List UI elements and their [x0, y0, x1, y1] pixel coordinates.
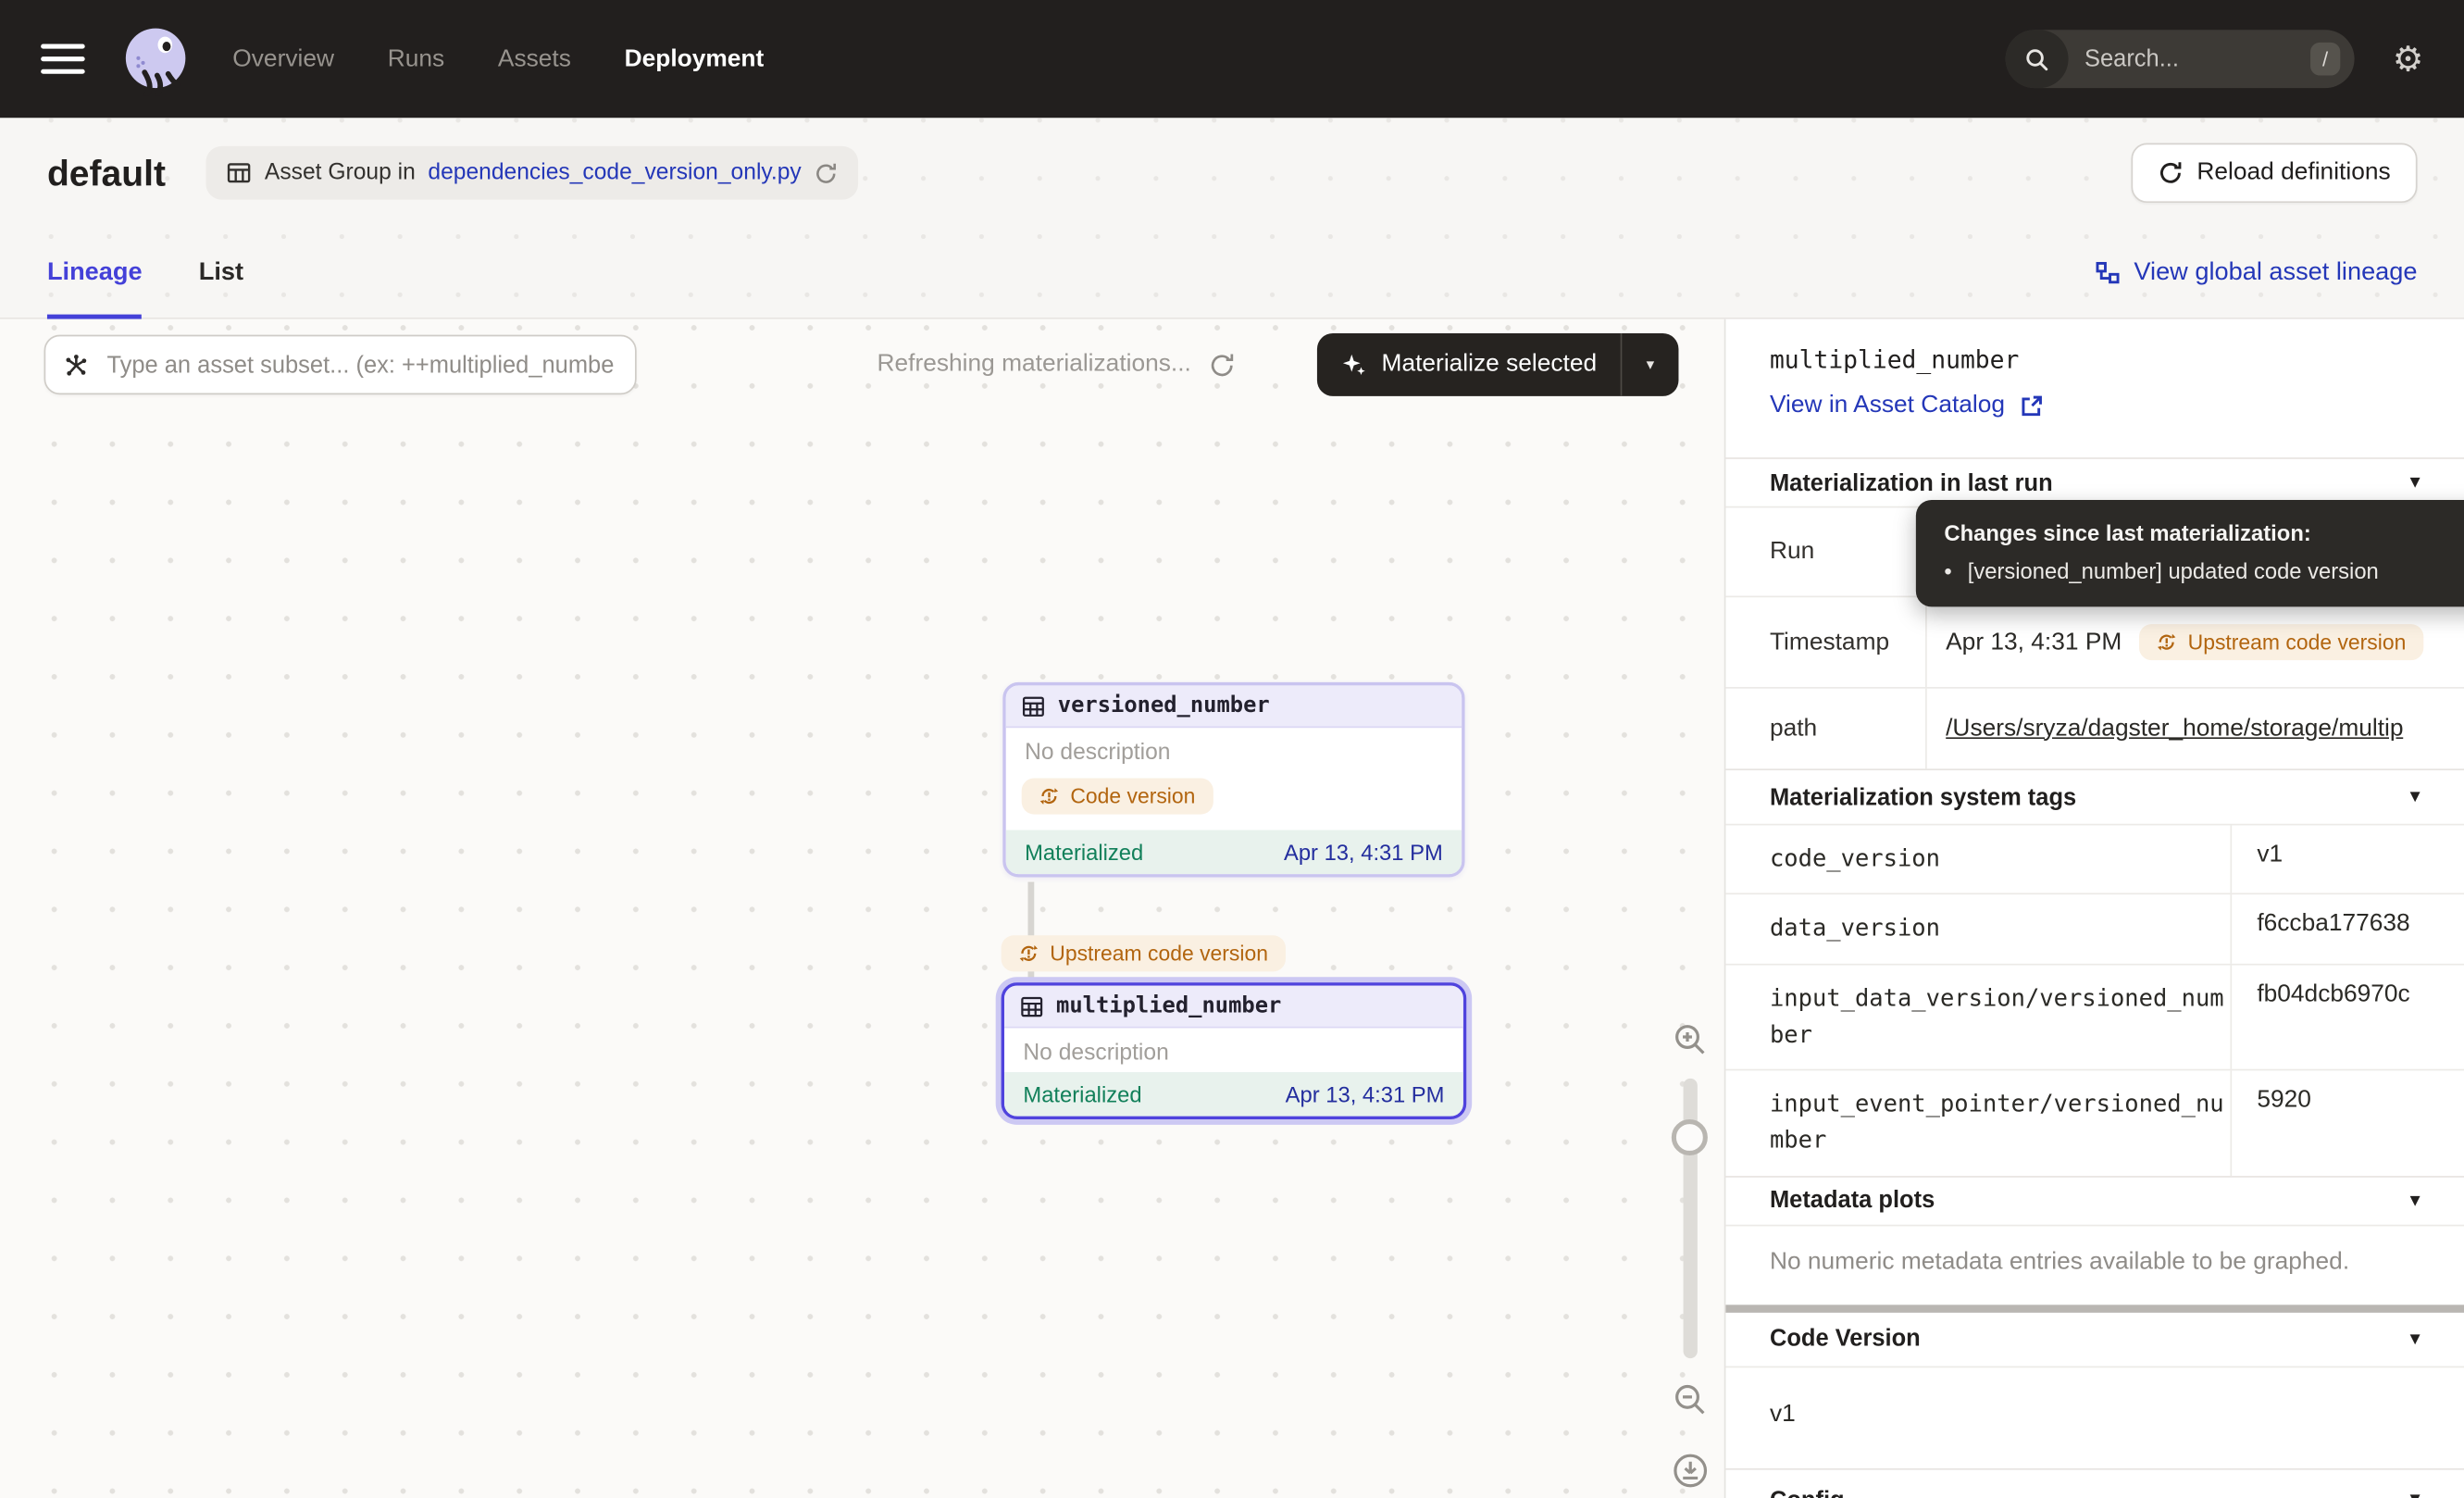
metadata-plots-empty-text: No numeric metadata entries available to… — [1725, 1224, 2464, 1305]
hamburger-menu-icon[interactable] — [41, 44, 85, 74]
path-label: path — [1725, 689, 1926, 769]
tag-value: 5920 — [2232, 1070, 2464, 1175]
tooltip-item: [versioned_number] updated code version — [1968, 558, 2379, 583]
asset-node-description: No description — [1004, 1028, 1463, 1072]
asset-group-file-link[interactable]: dependencies_code_version_only.py — [428, 160, 801, 185]
reload-icon — [2158, 160, 2183, 185]
top-nav: Overview Runs Assets Deployment / ⚙ — [0, 0, 2464, 118]
tag-key: data_version — [1725, 895, 2232, 963]
section-code-version[interactable]: Code Version ▼ — [1725, 1312, 2464, 1366]
lineage-graph-icon — [2095, 260, 2120, 285]
graph-asterisk-icon — [63, 352, 90, 379]
sidebar-asset-title: multiplied_number — [1770, 346, 2420, 375]
table-row: data_version f6ccba177638 — [1725, 893, 2464, 963]
bullet-icon: • — [1944, 558, 1951, 583]
tag-value: f6ccba177638 — [2232, 895, 2464, 963]
page-header: default Asset Group in dependencies_code… — [0, 118, 2464, 228]
section-metadata-plots[interactable]: Metadata plots ▼ — [1725, 1175, 2464, 1224]
nav-item-assets[interactable]: Assets — [498, 44, 571, 73]
tab-list[interactable]: List — [199, 228, 243, 318]
materialization-time: Apr 13, 4:31 PM — [1286, 1081, 1445, 1106]
timestamp-row: Timestamp Apr 13, 4:31 PM Upstream code … — [1725, 596, 2464, 687]
path-row: path /Users/sryza/dagster_home/storage/m… — [1725, 687, 2464, 768]
tag-value: fb04dcb6970c — [2232, 965, 2464, 1069]
run-label: Run — [1725, 507, 1926, 595]
section-system-tags[interactable]: Materialization system tags ▼ — [1725, 768, 2464, 823]
dagster-logo-icon[interactable] — [119, 23, 192, 95]
timestamp-label: Timestamp — [1725, 597, 1926, 687]
materialize-dropdown-caret[interactable]: ▾ — [1621, 333, 1679, 396]
asset-node-versioned-number[interactable]: versioned_number No description Code ver… — [1002, 682, 1464, 878]
upstream-code-version-badge[interactable]: Upstream code version — [1002, 935, 1286, 971]
download-view-icon[interactable] — [1670, 1451, 1709, 1490]
gear-icon[interactable]: ⚙ — [2393, 42, 2424, 76]
lineage-canvas[interactable]: Refreshing materializations... Materiali… — [0, 319, 1724, 1498]
asset-node-description: No description — [1006, 728, 1462, 772]
global-search[interactable]: / — [2006, 30, 2355, 88]
search-shortcut-badge: / — [2309, 43, 2340, 76]
asset-subset-input[interactable] — [104, 350, 617, 380]
tab-lineage[interactable]: Lineage — [47, 228, 143, 318]
tag-key: input_event_pointer/versioned_number — [1725, 1070, 2232, 1175]
chevron-down-icon[interactable]: ▼ — [2407, 1191, 2423, 1209]
view-in-asset-catalog-link[interactable]: View in Asset Catalog — [1770, 392, 2043, 420]
view-global-asset-lineage-link[interactable]: View global asset lineage — [2095, 258, 2418, 287]
asset-node-name: multiplied_number — [1056, 993, 1281, 1018]
search-input[interactable] — [2069, 45, 2309, 72]
asset-group-prefix: Asset Group in — [265, 160, 416, 185]
tag-key: input_data_version/versioned_number — [1725, 965, 2232, 1069]
zoom-out-icon[interactable] — [1672, 1382, 1708, 1418]
section-materialization-last-run[interactable]: Materialization in last run ▼ — [1725, 457, 2464, 506]
refresh-icon[interactable] — [1209, 352, 1236, 379]
timestamp-value: Apr 13, 4:31 PM — [1946, 628, 2122, 656]
search-icon — [2006, 30, 2069, 88]
changes-tooltip: Changes since last materialization: • [v… — [1916, 500, 2464, 606]
reload-definitions-button[interactable]: Reload definitions — [2131, 144, 2417, 204]
materialization-time: Apr 13, 4:31 PM — [1284, 840, 1443, 865]
status-badge: Materialized — [1023, 1081, 1141, 1106]
canvas-zoom-controls — [1655, 1022, 1724, 1491]
external-link-icon — [2019, 393, 2042, 417]
tag-value: v1 — [2232, 825, 2464, 893]
zoom-slider-handle[interactable] — [1672, 1119, 1708, 1155]
page-title: default — [47, 152, 166, 194]
table-icon — [1020, 994, 1043, 1017]
code-version-value: v1 — [1725, 1366, 2464, 1467]
table-row: code_version v1 — [1725, 824, 2464, 893]
table-icon — [227, 160, 252, 185]
zoom-slider[interactable] — [1683, 1079, 1697, 1358]
materialize-selected-button[interactable]: Materialize selected ▾ — [1317, 333, 1679, 396]
code-version-badge[interactable]: Code version — [1022, 779, 1213, 815]
table-row: input_event_pointer/versioned_number 592… — [1725, 1069, 2464, 1176]
status-badge: Materialized — [1025, 840, 1143, 865]
asset-subset-filter[interactable] — [44, 335, 637, 395]
path-link[interactable]: /Users/sryza/dagster_home/storage/multip — [1946, 715, 2403, 743]
chevron-down-icon[interactable]: ▼ — [2407, 1491, 2423, 1498]
chevron-down-icon[interactable]: ▼ — [2407, 1329, 2423, 1348]
asset-node-name: versioned_number — [1058, 693, 1270, 718]
tooltip-title: Changes since last materialization: — [1944, 520, 2464, 545]
upstream-code-version-badge[interactable]: Upstream code version — [2139, 624, 2423, 660]
nav-item-runs[interactable]: Runs — [388, 44, 444, 73]
app-window: Overview Runs Assets Deployment / ⚙ defa… — [0, 0, 2464, 1498]
asset-detail-sidebar: multiplied_number View in Asset Catalog … — [1724, 319, 2464, 1498]
table-row: input_data_version/versioned_number fb04… — [1725, 963, 2464, 1069]
asset-group-badge: Asset Group in dependencies_code_version… — [206, 146, 858, 200]
refreshing-status: Refreshing materializations... — [877, 335, 1235, 395]
refresh-icon[interactable] — [814, 161, 837, 184]
nav-item-deployment[interactable]: Deployment — [625, 44, 765, 73]
section-config[interactable]: Config ▼ — [1725, 1467, 2464, 1498]
chevron-down-icon[interactable]: ▼ — [2407, 473, 2423, 492]
sparkle-icon — [1340, 352, 1367, 379]
nav-item-overview[interactable]: Overview — [232, 44, 334, 73]
zoom-in-icon[interactable] — [1672, 1022, 1708, 1058]
sidebar-horizontal-scrollbar[interactable] — [1725, 1304, 2464, 1311]
tabs-row: Lineage List View global asset lineage — [0, 228, 2464, 318]
chevron-down-icon[interactable]: ▼ — [2407, 788, 2423, 806]
nav-links: Overview Runs Assets Deployment — [232, 44, 764, 73]
table-icon — [1022, 694, 1045, 718]
asset-node-multiplied-number[interactable]: multiplied_number No description Materia… — [1002, 982, 1467, 1119]
tag-key: code_version — [1725, 825, 2232, 893]
